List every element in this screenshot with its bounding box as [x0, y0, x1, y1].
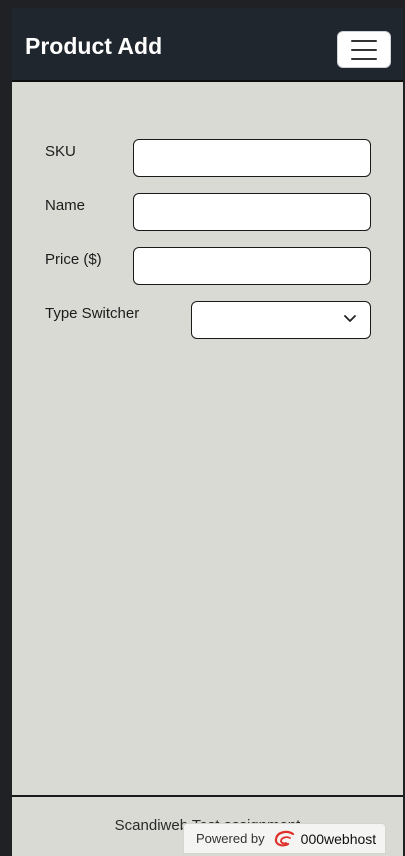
name-input[interactable] [133, 193, 371, 231]
name-row: Name [12, 193, 403, 231]
hamburger-menu-icon [351, 48, 377, 51]
price-row: Price ($) [12, 247, 403, 285]
webhost-brand-name: 000webhost [300, 830, 377, 847]
hamburger-menu-icon [351, 39, 377, 42]
left-frame-edge [0, 0, 12, 854]
type-switcher-label: Type Switcher [45, 305, 140, 322]
type-switcher-select[interactable] [191, 301, 371, 339]
hamburger-menu-icon [351, 57, 377, 60]
type-switcher-row: Type Switcher [12, 301, 403, 339]
navbar-toggle-button[interactable] [337, 31, 391, 68]
product-form: SKU Name Price ($) Type Switcher [12, 82, 403, 795]
sku-input[interactable] [133, 139, 371, 177]
name-label: Name [45, 197, 86, 214]
sku-row: SKU [12, 139, 403, 177]
page-title: Product Add [25, 33, 163, 59]
sku-label: SKU [45, 143, 76, 160]
chevron-down-icon [344, 315, 356, 322]
hosting-badge[interactable]: Powered by 000webhost [183, 823, 386, 854]
webhost-logo-icon [274, 830, 294, 846]
powered-by-label: Powered by [196, 831, 265, 846]
footer: Scandiweb Test assignment Powered by 000… [12, 795, 403, 856]
price-input[interactable] [133, 247, 371, 285]
price-label: Price ($) [45, 251, 102, 268]
navbar: Product Add [12, 8, 403, 82]
